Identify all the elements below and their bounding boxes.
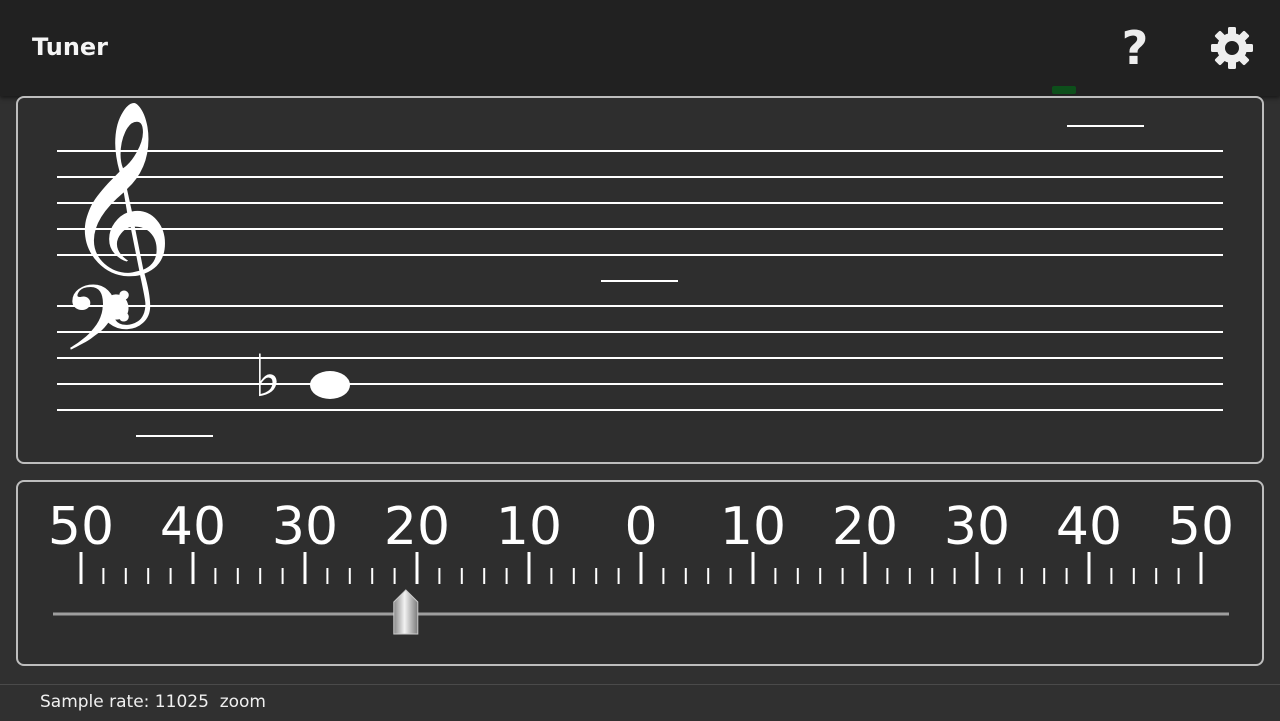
app-title: Tuner	[32, 33, 109, 61]
in-tune-indicator	[1052, 86, 1076, 94]
scale-label: 20	[832, 497, 898, 557]
scale-label: 40	[160, 497, 226, 557]
scale-label: 10	[496, 497, 562, 557]
help-button[interactable]: ?	[1107, 20, 1163, 76]
scale-label: 30	[272, 497, 338, 557]
scale-label: 20	[384, 497, 450, 557]
status-bar: Sample rate: 11025 zoom	[0, 684, 1280, 721]
cents-meter-panel: 50 40 30 20 10 0 10 20 30 40 50	[16, 480, 1264, 666]
cents-meter: 50 40 30 20 10 0 10 20 30 40 50	[48, 497, 1234, 635]
scale-label: 30	[944, 497, 1010, 557]
grand-staff: 𝄞 𝄢 ♭	[57, 98, 1223, 437]
staff-panel: 𝄞 𝄢 ♭	[16, 96, 1264, 464]
scale-label: 50	[48, 497, 114, 557]
gear-icon	[1211, 27, 1253, 69]
settings-button[interactable]	[1204, 20, 1260, 76]
flat-accidental: ♭	[254, 342, 281, 410]
bass-clef: 𝄢	[62, 266, 133, 394]
scale-label: 40	[1056, 497, 1122, 557]
app-bar: Tuner ?	[0, 0, 1280, 96]
scale-label: 10	[720, 497, 786, 557]
scale-label: 0	[624, 497, 657, 557]
sample-rate-status: Sample rate: 11025 zoom	[40, 692, 266, 712]
help-icon: ?	[1121, 21, 1149, 75]
needle-slider	[393, 589, 419, 635]
note-head	[310, 371, 350, 399]
scale-label: 50	[1168, 497, 1234, 557]
